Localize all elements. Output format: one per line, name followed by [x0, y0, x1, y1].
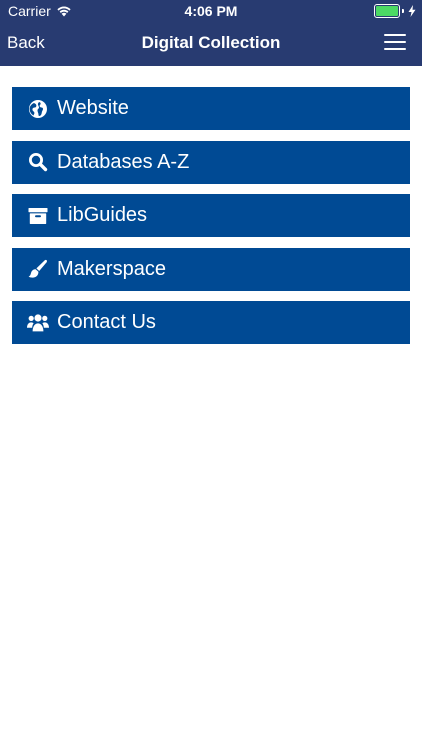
menu-item-makerspace[interactable]: Makerspace: [12, 247, 410, 291]
globe-icon: [27, 98, 49, 120]
menu-item-label: Contact Us: [57, 311, 156, 334]
menu-item-libguides[interactable]: LibGuides: [12, 194, 410, 238]
menu-item-label: Website: [57, 97, 129, 119]
paintbrush-icon: [27, 258, 49, 280]
status-time: 4:06 PM: [184, 3, 238, 19]
hamburger-bar: [384, 41, 406, 43]
page-title: Digital Collection: [141, 33, 281, 52]
menu-item-website[interactable]: Website: [12, 87, 410, 130]
hamburger-bar: [384, 34, 406, 36]
menu-list: Website Databases A-Z LibGuides Makerspa…: [12, 87, 410, 355]
menu-item-databases[interactable]: Databases A-Z: [12, 140, 410, 184]
header: Carrier 4:06 PM Back Digital Collection: [0, 0, 422, 66]
menu-item-label: Databases A-Z: [57, 150, 190, 173]
menu-item-label: LibGuides: [57, 204, 148, 227]
battery-fill: [376, 6, 398, 16]
archive-icon: [27, 205, 49, 227]
battery-group: [374, 4, 416, 18]
battery-icon: [374, 4, 400, 18]
status-bar: Carrier 4:06 PM: [0, 0, 422, 22]
hamburger-icon[interactable]: [384, 34, 406, 52]
menu-item-contact[interactable]: Contact Us: [12, 301, 410, 345]
hamburger-bar: [384, 48, 406, 50]
battery-tip: [402, 9, 404, 13]
menu-item-label: Makerspace: [57, 257, 166, 280]
charging-bolt-icon: [408, 5, 416, 17]
users-icon: [27, 312, 49, 334]
nav-bar: Back Digital Collection: [0, 22, 422, 66]
search-icon: [27, 151, 49, 173]
